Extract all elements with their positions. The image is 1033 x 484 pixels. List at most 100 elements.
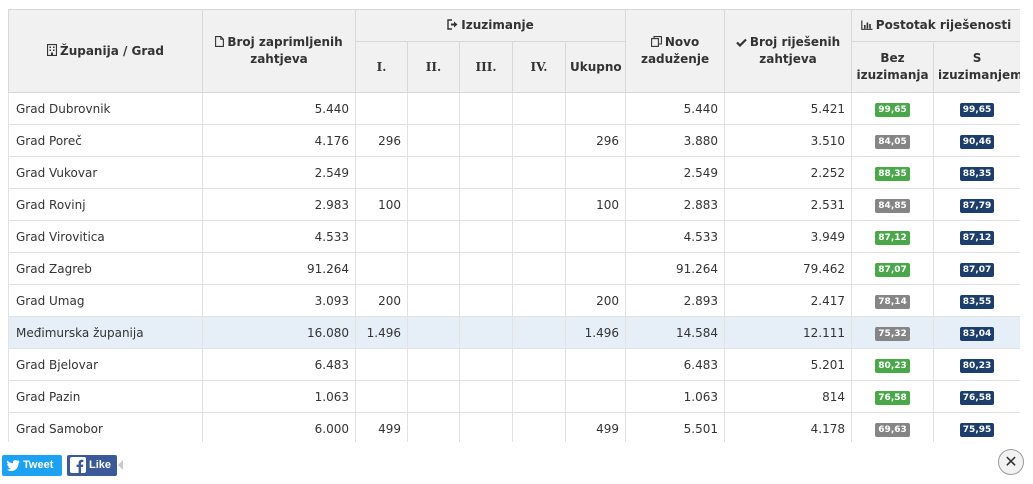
col-header-resolved[interactable]: Broj riješenih zahtjeva — [724, 9, 853, 93]
building-icon — [47, 43, 57, 56]
file-icon — [215, 36, 225, 47]
cell-with-exemption: 87,07 — [933, 252, 1020, 285]
cell-exemption-iii — [459, 284, 513, 317]
col-header-received[interactable]: Broj zaprimljenih zahtjeva — [202, 9, 356, 93]
cell-with-exemption: 76,58 — [933, 380, 1020, 413]
percentage-badge-without-exemption: 87,07 — [875, 262, 910, 277]
cell-without-exemption: 87,12 — [851, 220, 935, 253]
cell-exemption-i: 200 — [355, 284, 408, 317]
cell-exemption-iv — [512, 188, 566, 221]
percentage-badge-without-exemption: 87,12 — [875, 230, 910, 245]
cell-exemption-iii — [459, 156, 513, 189]
sign-out-icon — [447, 19, 458, 30]
cell-exemption-i: 499 — [355, 412, 408, 442]
cell-exemption-total: 200 — [564, 284, 627, 317]
table-row[interactable]: Grad Pazin 1.063 1.063 814 76,58 76,58 — [8, 380, 1020, 413]
table-row[interactable]: Grad Samobor 6.000 499 499 5.501 4.178 69,63 75… — [8, 412, 1020, 442]
percentage-badge-without-exemption: 88,35 — [875, 166, 910, 181]
col-header-exemption-label: Izuzimanje — [461, 18, 534, 32]
percentage-badge-without-exemption: 75,32 — [875, 326, 910, 341]
percentage-badge-with-exemption: 99,65 — [959, 102, 995, 117]
cell-exemption-iii — [459, 252, 513, 285]
twitter-bird-icon — [7, 460, 20, 471]
cell-name: Grad Pazin — [8, 380, 203, 413]
cell-exemption-iii — [459, 124, 513, 157]
copy-icon — [650, 36, 662, 47]
cell-new-debt: 6.483 — [625, 348, 726, 381]
col-header-county-city[interactable]: Županija / Grad — [8, 9, 203, 93]
col-header-percentage: Postotak riješenosti — [851, 9, 1020, 42]
results-table: Županija / Grad Broj zaprimljenih zahtje… — [8, 9, 1020, 442]
cell-without-exemption: 87,07 — [851, 252, 935, 285]
cell-with-exemption: 88,35 — [933, 156, 1020, 189]
col-header-exemption-iii[interactable]: III. — [459, 41, 513, 93]
cell-exemption-ii — [407, 412, 460, 442]
percentage-badge-with-exemption: 87,07 — [959, 262, 995, 277]
cell-exemption-total — [564, 348, 627, 381]
cell-new-debt: 2.549 — [625, 156, 726, 189]
cell-resolved: 2.252 — [724, 156, 853, 189]
cell-exemption-ii — [407, 284, 460, 317]
facebook-icon — [70, 457, 86, 473]
table-row[interactable]: Grad Virovitica 4.533 4.533 3.949 87,12 87,12 — [8, 220, 1020, 253]
table-row[interactable]: Grad Vukovar 2.549 2.549 2.252 88,35 88,35 — [8, 156, 1020, 189]
col-header-exemption-iv[interactable]: IV. — [512, 41, 566, 93]
cell-without-exemption: 75,32 — [851, 316, 935, 349]
social-bar: Tweet Like ✕ — [0, 442, 1033, 484]
col-header-new-debt[interactable]: Novo zaduženje — [625, 9, 726, 93]
facebook-like-button[interactable]: Like — [67, 455, 117, 476]
cell-exemption-total — [564, 252, 627, 285]
cell-received: 3.093 — [202, 284, 356, 317]
cell-exemption-ii — [407, 316, 460, 349]
cell-exemption-total — [564, 220, 627, 253]
table-row[interactable]: Grad Bjelovar 6.483 6.483 5.201 80,23 80,23 — [8, 348, 1020, 381]
percentage-badge-with-exemption: 76,58 — [959, 390, 995, 405]
col-header-with-exemption[interactable]: S izuzimanjem — [933, 41, 1020, 93]
cell-resolved: 814 — [724, 380, 853, 413]
cell-exemption-iii — [459, 316, 513, 349]
cell-exemption-i: 100 — [355, 188, 408, 221]
cell-exemption-i — [355, 348, 408, 381]
cell-resolved: 12.111 — [724, 316, 853, 349]
cell-exemption-iii — [459, 412, 513, 442]
cell-exemption-iv — [512, 92, 566, 125]
table-row[interactable]: Grad Zagreb 91.264 91.264 79.462 87,07 87,07 — [8, 252, 1020, 285]
cell-resolved: 4.178 — [724, 412, 853, 442]
cell-exemption-ii — [407, 124, 460, 157]
cell-exemption-iv — [512, 412, 566, 442]
table-row[interactable]: Grad Poreč 4.176 296 296 3.880 3.510 84,05 90,4… — [8, 124, 1020, 157]
col-header-exemption: Izuzimanje — [354, 9, 627, 42]
percentage-badge-with-exemption: 83,04 — [959, 326, 995, 341]
col-header-exemption-total[interactable]: Ukupno — [564, 41, 627, 93]
close-button[interactable]: ✕ — [998, 449, 1024, 475]
cell-new-debt: 14.584 — [625, 316, 726, 349]
cell-received: 6.000 — [202, 412, 356, 442]
cell-exemption-i — [355, 220, 408, 253]
cell-with-exemption: 90,46 — [933, 124, 1020, 157]
table-row[interactable]: Grad Dubrovnik 5.440 5.440 5.421 99,65 99,65 — [8, 92, 1020, 125]
table-row[interactable]: Međimurska županija 16.080 1.496 1.496 14.58… — [8, 316, 1020, 349]
col-header-without-exemption[interactable]: Bez izuzimanja — [851, 41, 935, 93]
cell-exemption-iv — [512, 124, 566, 157]
tweet-button[interactable]: Tweet — [2, 455, 62, 476]
cell-with-exemption: 83,55 — [933, 284, 1020, 317]
cell-without-exemption: 69,63 — [851, 412, 935, 442]
cell-without-exemption: 78,14 — [851, 284, 935, 317]
percentage-badge-without-exemption: 80,23 — [875, 358, 910, 373]
table-row[interactable]: Grad Umag 3.093 200 200 2.893 2.417 78,14 83,55 — [8, 284, 1020, 317]
col-header-exemption-ii[interactable]: II. — [407, 41, 460, 93]
cell-exemption-i — [355, 252, 408, 285]
cell-with-exemption: 87,79 — [933, 188, 1020, 221]
cell-without-exemption: 84,05 — [851, 124, 935, 157]
cell-with-exemption: 99,65 — [933, 92, 1020, 125]
cell-resolved: 2.417 — [724, 284, 853, 317]
cell-exemption-i: 296 — [355, 124, 408, 157]
cell-with-exemption: 75,95 — [933, 412, 1020, 442]
cell-without-exemption: 80,23 — [851, 348, 935, 381]
col-header-exemption-i[interactable]: I. — [355, 41, 408, 93]
cell-exemption-iv — [512, 220, 566, 253]
cell-exemption-i: 1.496 — [355, 316, 408, 349]
table-body: Grad Dubrovnik 5.440 5.440 5.421 99,65 99,65 G… — [8, 92, 1020, 442]
percentage-badge-with-exemption: 88,35 — [959, 166, 995, 181]
table-row[interactable]: Grad Rovinj 2.983 100 100 2.883 2.531 84,85 87,… — [8, 188, 1020, 221]
